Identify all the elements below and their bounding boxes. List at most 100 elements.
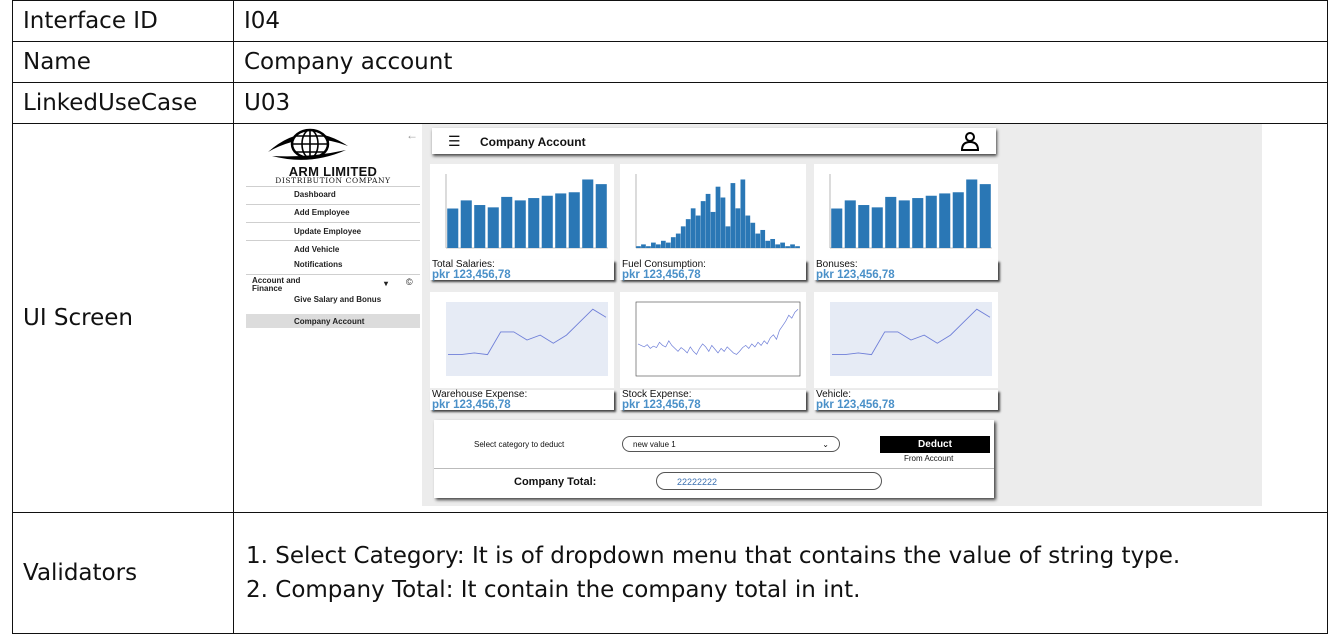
company-total-label: Company Total: bbox=[514, 476, 597, 488]
table-row: Validators 1. Select Category: It is of … bbox=[12, 512, 1328, 634]
bar bbox=[715, 186, 721, 248]
table-row: Interface ID I04 bbox=[12, 0, 1328, 42]
select-category-label: Select category to deduct bbox=[474, 440, 565, 449]
bar bbox=[730, 183, 736, 248]
bar bbox=[795, 246, 800, 248]
ui-screenshot-cell: ← ARM LIMITED DISTRIBUTION COMPANY Dashb… bbox=[233, 123, 1328, 513]
bar bbox=[656, 244, 661, 248]
bar bbox=[487, 207, 499, 248]
card-value: pkr 123,456,78 bbox=[432, 269, 511, 281]
bar bbox=[939, 193, 951, 248]
total-salaries-card: Total Salaries: pkr 123,456,78 bbox=[430, 260, 614, 281]
bar bbox=[898, 200, 910, 248]
sidebar-item-give-salary[interactable]: Give Salary and Bonus bbox=[294, 296, 414, 304]
fuel-histogram-chart bbox=[635, 174, 800, 249]
row-label: Interface ID bbox=[12, 0, 234, 42]
bar bbox=[750, 222, 756, 248]
divider bbox=[434, 468, 994, 469]
bar bbox=[831, 208, 843, 248]
bar bbox=[514, 200, 526, 248]
back-arrow-icon[interactable]: ← bbox=[406, 128, 418, 142]
bar bbox=[582, 179, 594, 248]
bar bbox=[646, 246, 651, 248]
chevron-down-icon[interactable]: ▾ bbox=[384, 279, 392, 288]
sidebar-item-add-vehicle[interactable]: Add Vehicle bbox=[294, 245, 414, 254]
table-row: LinkedUseCase U03 bbox=[12, 82, 1328, 124]
bar bbox=[735, 208, 741, 248]
validator-item: 2. Company Total: It contain the company… bbox=[246, 577, 861, 603]
app-mockup: ← ARM LIMITED DISTRIBUTION COMPANY Dashb… bbox=[246, 124, 1262, 506]
card-value: pkr 123,456,78 bbox=[432, 399, 511, 411]
bar bbox=[675, 233, 681, 248]
bar bbox=[555, 193, 567, 248]
bonus-bar-chart bbox=[829, 174, 992, 249]
stock-line-chart bbox=[635, 301, 801, 377]
chevron-down-icon: ⌄ bbox=[822, 440, 829, 449]
bar bbox=[740, 179, 746, 248]
sidebar-item-notifications[interactable]: Notifications bbox=[294, 260, 414, 269]
bar bbox=[765, 240, 771, 248]
stock-expense-card: Stock Expense: pkr 123,456,78 bbox=[620, 390, 806, 411]
plot-frame bbox=[635, 301, 801, 377]
warehouse-expense-card: Warehouse Expense: pkr 123,456,78 bbox=[430, 390, 614, 411]
bar bbox=[966, 179, 978, 248]
row-value: I04 bbox=[233, 0, 1328, 42]
table-row: Name Company account bbox=[12, 41, 1328, 83]
warehouse-line-chart bbox=[446, 302, 608, 376]
bar bbox=[790, 244, 795, 248]
fuel-chart-card bbox=[620, 164, 806, 260]
sidebar-item-add-employee[interactable]: Add Employee bbox=[294, 208, 414, 217]
deduct-button[interactable]: Deduct bbox=[880, 436, 990, 453]
series-line bbox=[637, 308, 799, 355]
divider bbox=[246, 240, 420, 241]
calendar-icon: © bbox=[406, 277, 413, 287]
bar bbox=[952, 192, 964, 248]
row-label: UI Screen bbox=[12, 123, 234, 513]
divider bbox=[246, 204, 420, 205]
card-value: pkr 123,456,78 bbox=[622, 399, 701, 411]
select-value: new value 1 bbox=[633, 440, 676, 449]
hamburger-menu-icon[interactable]: ☰ bbox=[448, 134, 461, 148]
fuel-consumption-card: Fuel Consumption: pkr 123,456,78 bbox=[620, 260, 806, 281]
sidebar-item-update-employee[interactable]: Update Employee bbox=[294, 227, 414, 236]
bar bbox=[871, 207, 883, 248]
table-row: UI Screen ← ARM LIMITED DISTRIBUTION COM… bbox=[12, 123, 1328, 513]
sidebar-group-account-finance[interactable]: Account and Finance bbox=[252, 277, 332, 293]
row-label: Validators bbox=[12, 512, 234, 634]
bar bbox=[885, 196, 897, 248]
globe-logo-icon bbox=[268, 128, 348, 160]
bar bbox=[670, 237, 676, 248]
bar bbox=[568, 192, 580, 248]
bar bbox=[660, 240, 666, 248]
top-bar: ☰ Company Account bbox=[432, 128, 996, 154]
deduct-subtitle: From Account bbox=[904, 454, 954, 463]
bar bbox=[680, 226, 686, 248]
sidebar-item-dashboard[interactable]: Dashboard bbox=[294, 190, 414, 199]
bar bbox=[710, 211, 716, 248]
bar bbox=[474, 205, 486, 248]
bar bbox=[690, 208, 696, 248]
bar bbox=[651, 242, 656, 248]
bar bbox=[595, 184, 607, 248]
bonus-chart-card bbox=[814, 164, 998, 260]
bar bbox=[755, 233, 761, 248]
row-value: U03 bbox=[233, 82, 1328, 124]
bar bbox=[641, 244, 646, 248]
bonuses-card: Bonuses: pkr 123,456,78 bbox=[814, 260, 998, 281]
bar bbox=[700, 201, 706, 248]
bar bbox=[979, 184, 991, 248]
bar bbox=[695, 215, 701, 248]
page-title: Company Account bbox=[480, 135, 586, 149]
user-profile-icon[interactable] bbox=[960, 131, 980, 151]
category-select[interactable]: new value 1 ⌄ bbox=[622, 436, 840, 452]
bar bbox=[858, 205, 870, 248]
card-value: pkr 123,456,78 bbox=[816, 399, 895, 411]
divider bbox=[246, 186, 420, 187]
bar bbox=[925, 195, 937, 248]
bar bbox=[725, 226, 731, 248]
company-total-field[interactable]: 22222222 bbox=[656, 472, 882, 490]
row-value: Company account bbox=[233, 41, 1328, 83]
bar bbox=[685, 219, 691, 248]
sidebar-item-company-account[interactable]: Company Account bbox=[246, 314, 420, 328]
card-value: pkr 123,456,78 bbox=[622, 269, 701, 281]
